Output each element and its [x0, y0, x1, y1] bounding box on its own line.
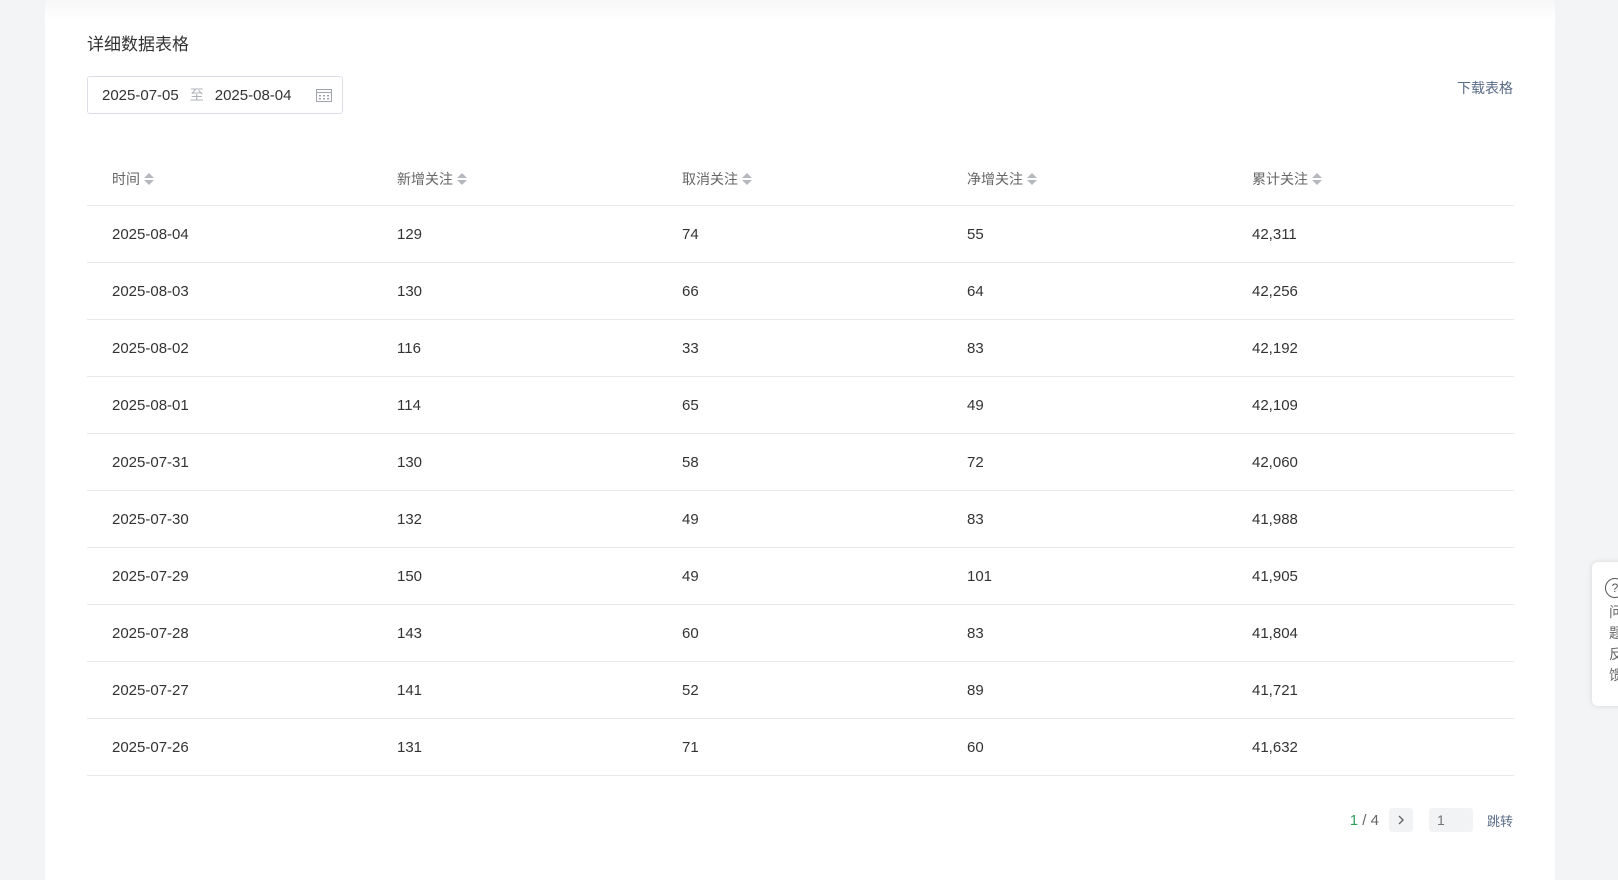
table-row: 2025-08-04 129 74 55 42,311 — [87, 206, 1514, 263]
date-separator: 至 — [189, 87, 204, 103]
cell-total-follows: 41,988 — [1252, 510, 1298, 528]
cell-time: 2025-08-01 — [112, 396, 189, 414]
column-header-label: 净增关注 — [967, 170, 1023, 187]
cell-new-follows: 130 — [397, 282, 423, 300]
cell-new-follows: 132 — [397, 510, 423, 528]
cell-total-follows: 42,060 — [1252, 453, 1298, 471]
sort-icon[interactable] — [1312, 172, 1322, 185]
cell-net-follows: 72 — [967, 453, 984, 471]
column-header-time[interactable]: 时间 — [87, 169, 372, 189]
table-row: 2025-07-31 130 58 72 42,060 — [87, 434, 1514, 491]
table-row: 2025-08-02 116 33 83 42,192 — [87, 320, 1514, 377]
table-row: 2025-08-01 114 65 49 42,109 — [87, 377, 1514, 434]
cell-time: 2025-07-31 — [112, 453, 189, 471]
cell-unfollows: 71 — [682, 738, 699, 756]
cell-time: 2025-07-27 — [112, 681, 189, 699]
feedback-label: 问题反馈 — [1609, 604, 1618, 683]
table-row: 2025-07-27 141 52 89 41,721 — [87, 662, 1514, 719]
cell-net-follows: 101 — [967, 567, 993, 585]
jump-button[interactable]: 跳转 — [1487, 811, 1513, 830]
total-pages: 4 — [1370, 811, 1379, 829]
download-table-link[interactable]: 下载表格 — [1457, 78, 1513, 98]
column-header-new-follows[interactable]: 新增关注 — [372, 169, 657, 189]
date-range-picker[interactable]: 2025-07-05 至 2025-08-04 — [87, 76, 343, 114]
cell-net-follows: 83 — [967, 624, 984, 642]
cell-new-follows: 116 — [397, 339, 421, 357]
cell-total-follows: 41,804 — [1252, 624, 1298, 642]
cell-total-follows: 41,905 — [1252, 567, 1298, 585]
pagination: 1 / 4 跳转 — [1350, 808, 1513, 832]
cell-total-follows: 42,109 — [1252, 396, 1298, 414]
cell-time: 2025-07-30 — [112, 510, 189, 528]
sort-icon[interactable] — [1027, 172, 1037, 185]
table-row: 2025-07-30 132 49 83 41,988 — [87, 491, 1514, 548]
cell-total-follows: 42,192 — [1252, 339, 1298, 357]
cell-total-follows: 42,256 — [1252, 282, 1298, 300]
cell-new-follows: 129 — [397, 225, 423, 243]
cell-net-follows: 83 — [967, 339, 984, 357]
cell-net-follows: 60 — [967, 738, 984, 756]
cell-unfollows: 52 — [682, 681, 699, 699]
cell-unfollows: 58 — [682, 453, 699, 471]
sort-icon[interactable] — [457, 172, 467, 185]
table-row: 2025-07-29 150 49 101 41,905 — [87, 548, 1514, 605]
cell-new-follows: 141 — [397, 681, 423, 699]
cell-unfollows: 66 — [682, 282, 699, 300]
cell-unfollows: 60 — [682, 624, 699, 642]
next-page-button[interactable] — [1388, 808, 1413, 832]
chevron-right-icon — [1398, 815, 1404, 825]
cell-net-follows: 49 — [967, 396, 984, 414]
date-start[interactable]: 2025-07-05 — [102, 87, 179, 104]
cell-new-follows: 131 — [397, 738, 423, 756]
cell-time: 2025-08-04 — [112, 225, 189, 243]
cell-unfollows: 49 — [682, 567, 699, 585]
table-row: 2025-07-28 143 60 83 41,804 — [87, 605, 1514, 662]
cell-unfollows: 65 — [682, 396, 699, 414]
cell-net-follows: 64 — [967, 282, 984, 300]
cell-net-follows: 83 — [967, 510, 984, 528]
cell-unfollows: 33 — [682, 339, 699, 357]
cell-new-follows: 143 — [397, 624, 423, 642]
table-row: 2025-07-26 131 71 60 41,632 — [87, 719, 1514, 776]
cell-new-follows: 150 — [397, 567, 423, 585]
data-table: 时间 新增关注 取消关注 净增关注 累计关注 2025-08-04 129 74… — [87, 152, 1514, 776]
column-header-net-follows[interactable]: 净增关注 — [942, 169, 1227, 189]
column-header-label: 累计关注 — [1252, 170, 1308, 187]
calendar-icon[interactable] — [316, 88, 332, 102]
cell-total-follows: 42,311 — [1252, 225, 1297, 243]
column-header-label: 取消关注 — [682, 170, 738, 187]
cell-total-follows: 41,721 — [1252, 681, 1298, 699]
column-header-label: 新增关注 — [397, 170, 453, 187]
card-top-shade — [45, 0, 1555, 20]
cell-net-follows: 89 — [967, 681, 984, 699]
detail-data-card: 详细数据表格 2025-07-05 至 2025-08-04 下载表格 时间 新… — [45, 0, 1555, 880]
cell-time: 2025-07-26 — [112, 738, 189, 756]
cell-time: 2025-08-03 — [112, 282, 189, 300]
cell-time: 2025-07-29 — [112, 567, 189, 585]
table-header: 时间 新增关注 取消关注 净增关注 累计关注 — [87, 152, 1514, 206]
cell-new-follows: 114 — [397, 396, 421, 414]
cell-time: 2025-07-28 — [112, 624, 189, 642]
section-title: 详细数据表格 — [87, 35, 189, 54]
page-jump-input[interactable] — [1428, 808, 1473, 832]
question-circle-icon: ? — [1605, 578, 1618, 598]
feedback-widget[interactable]: ? 问题反馈 — [1592, 562, 1618, 706]
cell-unfollows: 49 — [682, 510, 699, 528]
date-end[interactable]: 2025-08-04 — [215, 87, 292, 104]
cell-time: 2025-08-02 — [112, 339, 189, 357]
page-separator: / — [1358, 811, 1371, 829]
column-header-unfollows[interactable]: 取消关注 — [657, 169, 942, 189]
column-header-label: 时间 — [112, 170, 140, 187]
column-header-total-follows[interactable]: 累计关注 — [1227, 169, 1514, 189]
cell-new-follows: 130 — [397, 453, 423, 471]
cell-unfollows: 74 — [682, 225, 699, 243]
table-row: 2025-08-03 130 66 64 42,256 — [87, 263, 1514, 320]
sort-icon[interactable] — [144, 172, 154, 185]
current-page: 1 — [1349, 811, 1359, 829]
cell-net-follows: 55 — [967, 225, 984, 243]
cell-total-follows: 41,632 — [1252, 738, 1298, 756]
sort-icon[interactable] — [742, 172, 752, 185]
